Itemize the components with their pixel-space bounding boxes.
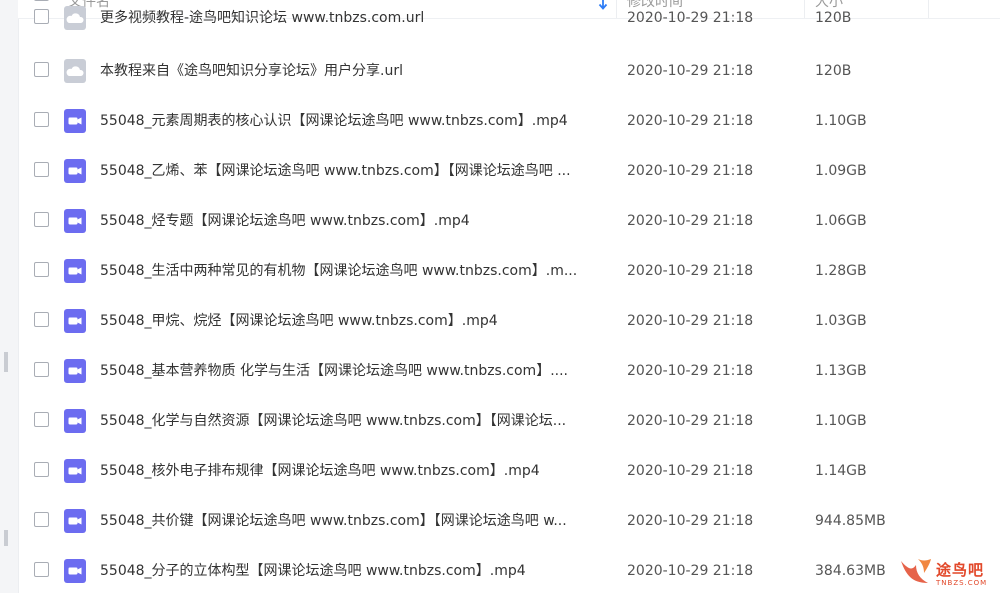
file-name[interactable]: 55048_核外电子排布规律【网课论坛途鸟吧 www.tnbzs.com】.mp… — [100, 446, 610, 496]
file-row[interactable]: 55048_核外电子排布规律【网课论坛途鸟吧 www.tnbzs.com】.mp… — [18, 446, 1000, 496]
file-size: 1.10GB — [815, 413, 867, 429]
site-watermark: 途鸟吧 TNBZS.COM — [896, 553, 996, 591]
row-checkbox[interactable] — [34, 512, 49, 527]
file-modified: 2020-10-29 21:18 — [627, 513, 754, 529]
file-row[interactable]: 本教程来自《途鸟吧知识分享论坛》用户分享.url 2020-10-29 21:1… — [18, 46, 1000, 96]
file-modified: 2020-10-29 21:18 — [627, 63, 754, 79]
scroll-marker — [4, 530, 8, 546]
file-name[interactable]: 55048_甲烷、烷烃【网课论坛途鸟吧 www.tnbzs.com】.mp4 — [100, 296, 610, 346]
watermark-text: 途鸟吧 — [936, 561, 985, 579]
row-checkbox[interactable] — [34, 562, 49, 577]
file-size: 1.09GB — [815, 163, 867, 179]
video-file-icon — [64, 409, 86, 433]
file-row[interactable]: 55048_基本营养物质 化学与生活【网课论坛途鸟吧 www.tnbzs.com… — [18, 346, 1000, 396]
row-checkbox[interactable] — [34, 9, 49, 24]
watermark-subtext: TNBZS.COM — [936, 579, 988, 587]
file-modified: 2020-10-29 21:18 — [627, 10, 754, 26]
file-modified: 2020-10-29 21:18 — [627, 263, 754, 279]
file-size: 944.85MB — [815, 513, 886, 529]
row-checkbox[interactable] — [34, 112, 49, 127]
row-checkbox[interactable] — [34, 62, 49, 77]
bird-logo-icon — [901, 559, 931, 583]
file-size: 384.63MB — [815, 563, 886, 579]
file-size: 1.14GB — [815, 463, 867, 479]
file-modified: 2020-10-29 21:18 — [627, 213, 754, 229]
row-checkbox[interactable] — [34, 462, 49, 477]
video-file-icon — [64, 459, 86, 483]
file-row[interactable]: 55048_分子的立体构型【网课论坛途鸟吧 www.tnbzs.com】.mp4… — [18, 546, 1000, 596]
video-file-icon — [64, 159, 86, 183]
row-checkbox[interactable] — [34, 212, 49, 227]
video-file-icon — [64, 559, 86, 583]
file-name[interactable]: 55048_生活中两种常见的有机物【网课论坛途鸟吧 www.tnbzs.com】… — [100, 246, 610, 296]
file-modified: 2020-10-29 21:18 — [627, 463, 754, 479]
row-checkbox[interactable] — [34, 362, 49, 377]
file-row[interactable]: 55048_元素周期表的核心认识【网课论坛途鸟吧 www.tnbzs.com】.… — [18, 96, 1000, 146]
file-name[interactable]: 55048_共价键【网课论坛途鸟吧 www.tnbzs.com】【网课论坛途鸟吧… — [100, 496, 610, 546]
video-file-icon — [64, 509, 86, 533]
left-panel-edge — [0, 0, 19, 593]
file-size: 120B — [815, 63, 852, 79]
file-name[interactable]: 55048_烃专题【网课论坛途鸟吧 www.tnbzs.com】.mp4 — [100, 196, 610, 246]
file-modified: 2020-10-29 21:18 — [627, 163, 754, 179]
file-row[interactable]: 更多视频教程-途鸟吧知识论坛 www.tnbzs.com.url 2020-10… — [18, 0, 1000, 47]
file-modified: 2020-10-29 21:18 — [627, 113, 754, 129]
file-name[interactable]: 更多视频教程-途鸟吧知识论坛 www.tnbzs.com.url — [100, 0, 610, 43]
file-name[interactable]: 55048_分子的立体构型【网课论坛途鸟吧 www.tnbzs.com】.mp4 — [100, 546, 610, 596]
file-name[interactable]: 55048_乙烯、苯【网课论坛途鸟吧 www.tnbzs.com】【网课论坛途鸟… — [100, 146, 610, 196]
video-file-icon — [64, 309, 86, 333]
video-file-icon — [64, 209, 86, 233]
file-row[interactable]: 55048_乙烯、苯【网课论坛途鸟吧 www.tnbzs.com】【网课论坛途鸟… — [18, 146, 1000, 196]
file-size: 1.06GB — [815, 213, 867, 229]
file-size: 1.10GB — [815, 113, 867, 129]
file-modified: 2020-10-29 21:18 — [627, 313, 754, 329]
row-checkbox[interactable] — [34, 162, 49, 177]
file-name[interactable]: 本教程来自《途鸟吧知识分享论坛》用户分享.url — [100, 46, 610, 96]
file-size: 120B — [815, 10, 852, 26]
row-checkbox[interactable] — [34, 262, 49, 277]
file-row[interactable]: 55048_生活中两种常见的有机物【网课论坛途鸟吧 www.tnbzs.com】… — [18, 246, 1000, 296]
file-modified: 2020-10-29 21:18 — [627, 413, 754, 429]
file-size: 1.03GB — [815, 313, 867, 329]
video-file-icon — [64, 259, 86, 283]
cloud-link-file-icon — [64, 59, 86, 83]
cloud-link-file-icon — [64, 6, 86, 30]
file-name[interactable]: 55048_元素周期表的核心认识【网课论坛途鸟吧 www.tnbzs.com】.… — [100, 96, 610, 146]
video-file-icon — [64, 109, 86, 133]
row-checkbox[interactable] — [34, 412, 49, 427]
file-size: 1.28GB — [815, 263, 867, 279]
video-file-icon — [64, 359, 86, 383]
file-row[interactable]: 55048_烃专题【网课论坛途鸟吧 www.tnbzs.com】.mp4 202… — [18, 196, 1000, 246]
row-checkbox[interactable] — [34, 312, 49, 327]
file-row[interactable]: 55048_共价键【网课论坛途鸟吧 www.tnbzs.com】【网课论坛途鸟吧… — [18, 496, 1000, 546]
file-modified: 2020-10-29 21:18 — [627, 363, 754, 379]
file-size: 1.13GB — [815, 363, 867, 379]
file-name[interactable]: 55048_化学与自然资源【网课论坛途鸟吧 www.tnbzs.com】【网课论… — [100, 396, 610, 446]
scroll-marker — [4, 352, 8, 372]
file-row[interactable]: 55048_甲烷、烷烃【网课论坛途鸟吧 www.tnbzs.com】.mp4 2… — [18, 296, 1000, 346]
file-name[interactable]: 55048_基本营养物质 化学与生活【网课论坛途鸟吧 www.tnbzs.com… — [100, 346, 610, 396]
file-modified: 2020-10-29 21:18 — [627, 563, 754, 579]
file-row[interactable]: 55048_化学与自然资源【网课论坛途鸟吧 www.tnbzs.com】【网课论… — [18, 396, 1000, 446]
